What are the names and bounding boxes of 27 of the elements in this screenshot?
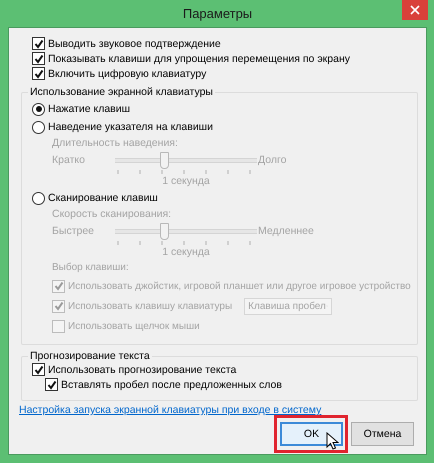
slider-min-label: Кратко [52, 154, 86, 166]
radio-label: Наведение указателя на клавиши [48, 121, 213, 133]
radio-label: Сканирование клавиш [48, 192, 158, 204]
slider-reading: 1 секунда [161, 175, 211, 189]
checkbox-label: Использовать прогнозирование текста [48, 364, 236, 376]
slider-caption: Длительность наведения: [52, 136, 179, 151]
slider-max-label: Долго [258, 154, 288, 166]
group-title: Использование экранной клавиатуры [29, 86, 214, 98]
cancel-button[interactable]: Отмена [351, 422, 414, 446]
group-title: Прогнозирование текста [29, 350, 151, 362]
slider-min-label: Быстрее [52, 225, 96, 237]
checkbox-label: Использовать щелчок мыши [68, 320, 200, 332]
checkbox-label: Включить цифровую клавиатуру [48, 68, 206, 80]
settings-link[interactable]: Настройка запуска экранной клавиатуры при входе в систему [19, 404, 426, 416]
checkbox-label: Использовать клавишу клавиатуры [68, 300, 232, 312]
window-title: Параметры [182, 6, 252, 21]
checkbox-label: Использовать джойстик, игровой планшет или другое игровое устройство [68, 280, 411, 292]
slider-caption: Скорость сканирования: [52, 207, 172, 222]
slider-max-label: Медленнее [258, 225, 315, 237]
dropdown-value: Клавиша пробел [248, 300, 326, 312]
ok-button[interactable]: OK [280, 422, 343, 446]
slider-reading: 1 секунда [161, 246, 211, 260]
section-caption: Выбор клавиши: [52, 261, 130, 275]
radio-label: Нажатие клавиш [48, 103, 130, 115]
checkbox-label: Выводить звуковое подтверждение [48, 38, 221, 50]
checkbox-label: Показывать клавиши для упрощения перемещения по экрану [48, 52, 350, 64]
checkbox-label: Вставлять пробел после предложенных слов [61, 378, 282, 390]
